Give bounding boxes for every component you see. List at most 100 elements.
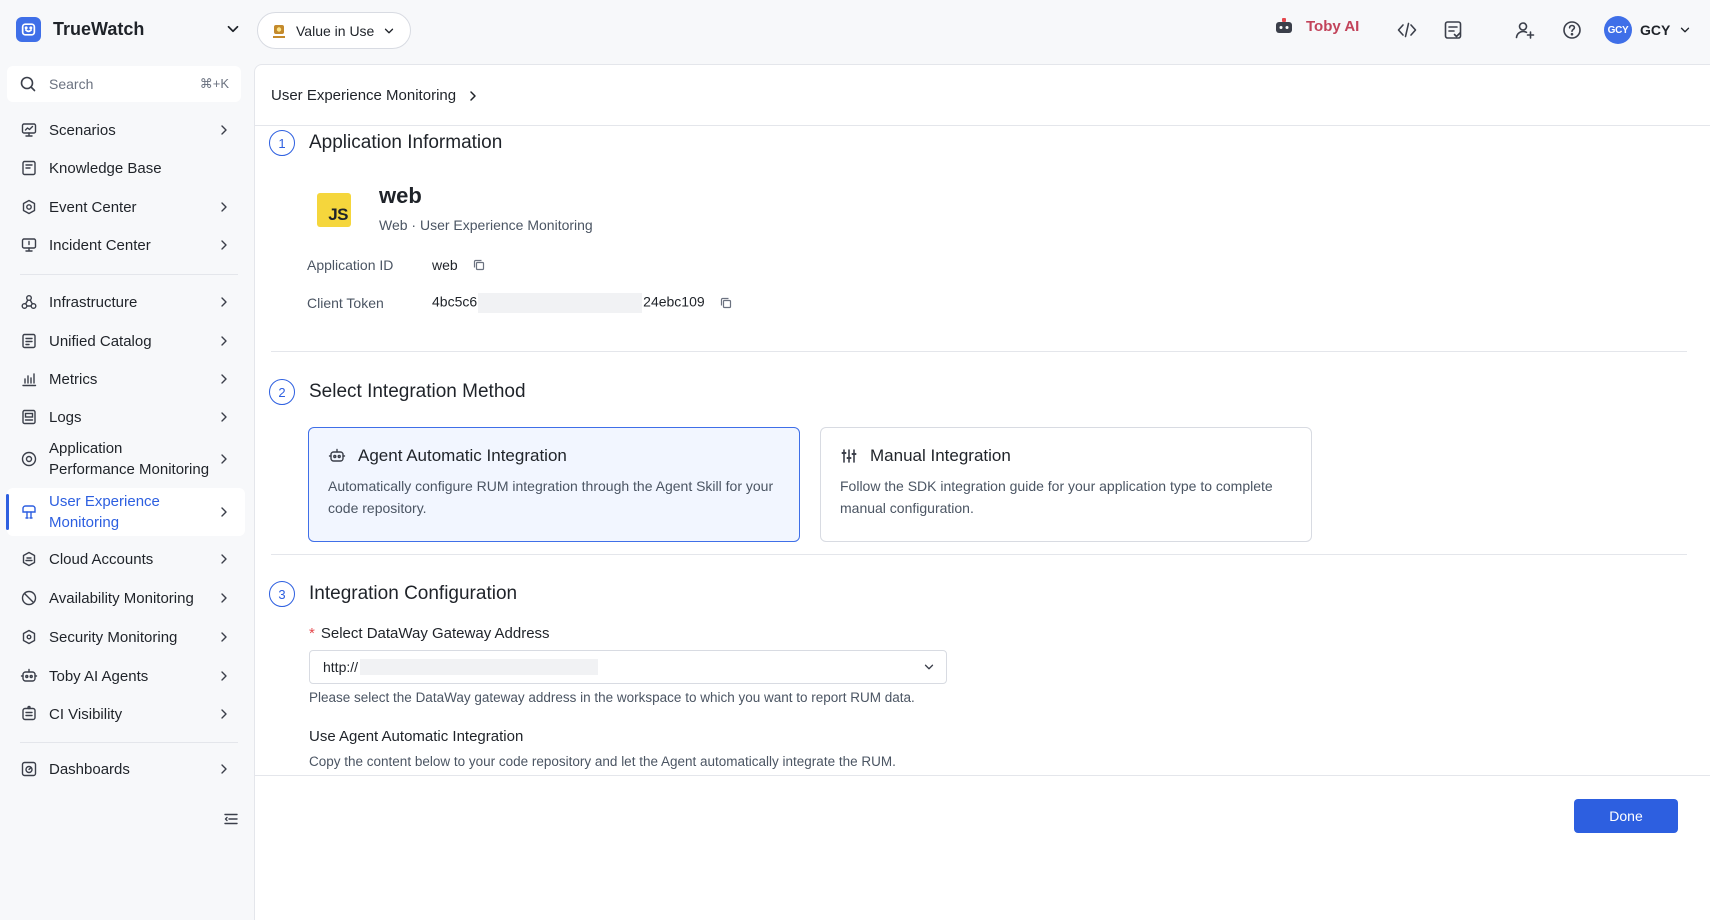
step-number: 1 [269, 130, 295, 156]
sidebar-divider [20, 274, 238, 275]
application-subtitle: Web · User Experience Monitoring [379, 217, 593, 233]
user-menu[interactable]: GCY GCY [1604, 16, 1692, 44]
search-shortcut: ⌘+K [199, 76, 229, 91]
add-user-icon[interactable] [1514, 19, 1536, 41]
bell-icon [22, 199, 36, 215]
sidebar-item-label: Dashboards [49, 760, 130, 778]
label-line-1: User Experience [49, 493, 160, 510]
chevron-right-icon [221, 240, 227, 250]
robot-icon [328, 448, 346, 462]
sidebar-item-ci-visibility[interactable]: CI Visibility [7, 696, 245, 732]
sidebar-item-label: CI Visibility [49, 705, 123, 723]
sidebar-item-label: Logs [49, 408, 82, 426]
copy-icon[interactable] [472, 258, 486, 272]
chevron-right-icon [470, 90, 476, 101]
sidebar-item-knowledge-base[interactable]: Knowledge Base [7, 150, 245, 186]
value-in-use-label: Value in Use [296, 22, 375, 39]
bar-chart-icon [22, 373, 37, 387]
search-input[interactable] [49, 76, 188, 92]
gateway-select[interactable]: http:// [309, 650, 947, 684]
workspace-name: TrueWatch [53, 19, 145, 39]
breadcrumb-item[interactable]: User Experience Monitoring [271, 87, 456, 104]
footer-divider [255, 775, 1710, 776]
sidebar-item-user-experience-monitoring[interactable]: User Experience Monitoring [6, 488, 245, 536]
truewatch-logo-icon [16, 17, 41, 42]
chevron-down-icon[interactable] [224, 20, 242, 38]
step-3-header: 3 Integration Configuration [269, 581, 517, 607]
nodes-icon [21, 295, 37, 309]
apm-icon [21, 451, 37, 467]
main-panel: User Experience Monitoring 1 Application… [254, 64, 1710, 920]
step-1-header: 1 Application Information [269, 130, 502, 156]
gateway-help-text: Please select the DataWay gateway addres… [309, 690, 915, 705]
user-name: GCY [1640, 22, 1671, 38]
chevron-right-icon [221, 709, 227, 719]
sidebar-item-security-monitoring[interactable]: Security Monitoring [7, 619, 245, 655]
catalog-icon [22, 333, 36, 349]
sidebar-item-label: Infrastructure [49, 293, 138, 311]
agent-automatic-integration-card[interactable]: Agent Automatic Integration Automaticall… [308, 427, 800, 542]
method-title: Manual Integration [870, 446, 1011, 465]
cloud-icon [22, 551, 36, 567]
sidebar-item-label: Cloud Accounts [49, 550, 154, 568]
chevron-down-icon [385, 28, 394, 33]
toby-ai-label: Toby AI [1306, 17, 1360, 35]
sidebar-item-scenarios[interactable]: Scenarios [7, 112, 245, 148]
sidebar-item-unified-catalog[interactable]: Unified Catalog [7, 323, 245, 359]
chevron-down-icon [924, 664, 934, 670]
label-line-2: Monitoring [49, 514, 120, 531]
done-button[interactable]: Done [1574, 799, 1678, 833]
method-description: Automatically configure RUM integration … [328, 478, 774, 516]
help-icon[interactable] [1561, 19, 1583, 41]
masked-gateway-address [360, 659, 599, 675]
copy-icon[interactable] [719, 296, 733, 310]
masked-token [478, 293, 643, 313]
code-icon[interactable] [1396, 19, 1418, 41]
manual-integration-card[interactable]: Manual Integration Follow the SDK integr… [820, 427, 1312, 542]
value-in-use-dropdown[interactable]: Value in Use [257, 12, 412, 49]
sidebar-item-event-center[interactable]: Event Center [7, 189, 245, 225]
log-icon [22, 409, 36, 425]
chevron-right-icon [221, 297, 227, 307]
sidebar-item-label: Toby AI Agents [49, 667, 149, 685]
sidebar-item-logs[interactable]: Logs [7, 399, 245, 435]
document-list-icon[interactable] [1442, 19, 1464, 41]
badge-icon [273, 24, 285, 38]
chevron-right-icon [221, 454, 227, 464]
brand[interactable]: TrueWatch [16, 17, 144, 42]
application-id-label: Application ID [307, 257, 394, 273]
sidebar-item-label: Incident Center [49, 236, 151, 254]
book-icon [22, 160, 36, 176]
search-icon [20, 76, 36, 92]
robot-icon [20, 668, 38, 682]
step-title: Integration Configuration [309, 583, 518, 604]
sidebar-divider [20, 742, 238, 743]
breadcrumb[interactable]: User Experience Monitoring [271, 87, 480, 104]
agent-integration-title: Use Agent Automatic Integration [309, 728, 524, 745]
sidebar-item-cloud-accounts[interactable]: Cloud Accounts [7, 541, 245, 577]
collapse-sidebar-icon[interactable] [222, 810, 240, 828]
method-description: Follow the SDK integration guide for you… [840, 478, 1273, 516]
sidebar-item-label: Availability Monitoring [49, 589, 194, 607]
application-name: web [379, 183, 422, 208]
required-mark: * [309, 625, 315, 642]
divider [255, 125, 1710, 126]
availability-icon [21, 590, 37, 606]
chevron-right-icon [221, 593, 227, 603]
sidebar-item-toby-ai-agents[interactable]: Toby AI Agents [7, 658, 245, 694]
client-token-row: Client Token 4bc5c6 24ebc109 [307, 293, 733, 313]
sidebar-item-label: Metrics [49, 370, 98, 388]
chevron-right-icon [221, 671, 227, 681]
sidebar-item-dashboards[interactable]: Dashboards [7, 751, 245, 787]
agent-integration-description: Copy the content below to your code repo… [309, 754, 896, 769]
search-box[interactable]: ⌘+K [7, 66, 241, 102]
sidebar-item-availability-monitoring[interactable]: Availability Monitoring [7, 580, 245, 616]
chevron-right-icon [221, 554, 227, 564]
sidebar-item-label: User Experience Monitoring [49, 491, 160, 533]
sidebar-item-incident-center[interactable]: Incident Center [7, 227, 245, 263]
sidebar-item-infrastructure[interactable]: Infrastructure [7, 284, 245, 320]
sidebar-item-apm[interactable]: Application Performance Monitoring [7, 435, 245, 483]
toby-ai-button[interactable]: Toby AI [1274, 17, 1359, 35]
sidebar-item-metrics[interactable]: Metrics [7, 361, 245, 397]
step-number: 3 [269, 581, 295, 607]
